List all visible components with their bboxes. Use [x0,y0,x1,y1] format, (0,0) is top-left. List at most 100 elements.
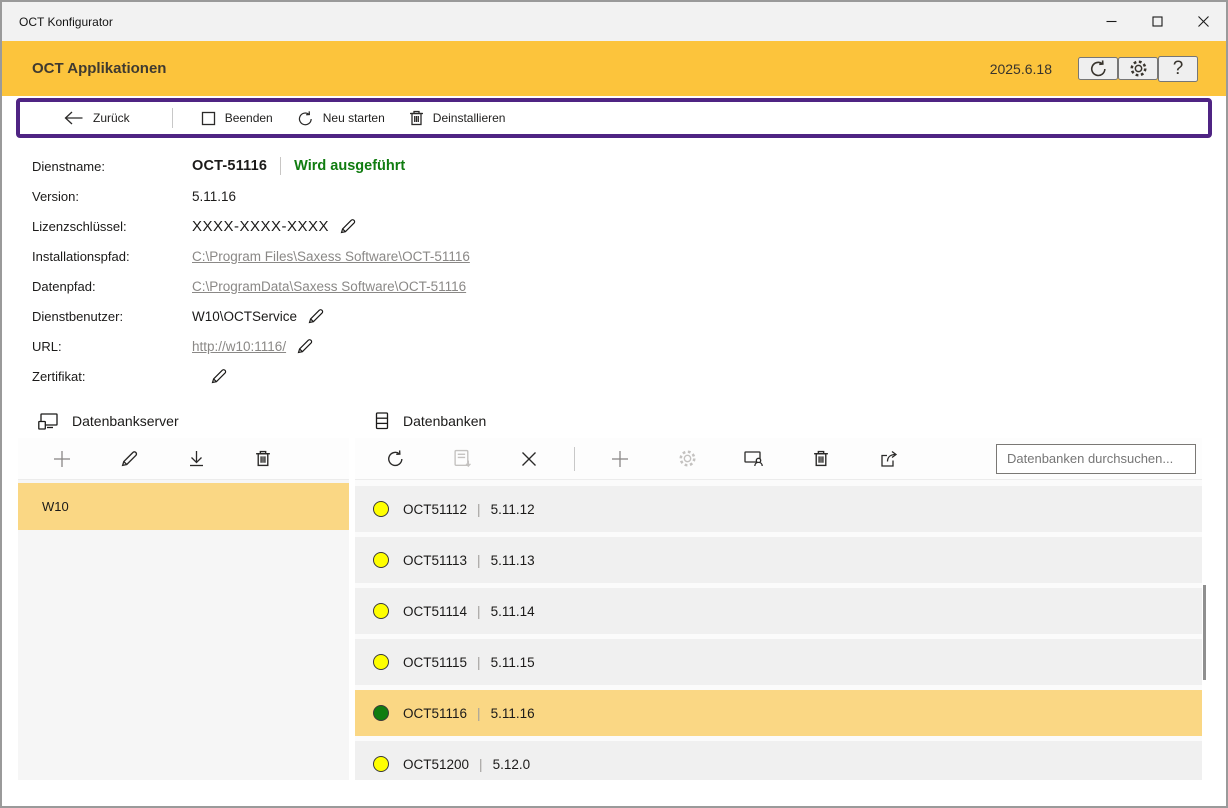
user-access-button[interactable] [742,447,766,471]
maximize-button[interactable] [1134,2,1180,41]
refresh-button[interactable] [1078,57,1118,80]
license-key-value: XXXX-XXXX-XXXX [192,218,329,235]
database-version: 5.12.0 [493,757,531,772]
detail-row-version: Version: 5.11.16 [32,181,1226,211]
maximize-icon [1152,16,1163,27]
help-button[interactable]: ? [1158,56,1198,82]
add-database-button[interactable] [608,447,632,471]
database-row[interactable]: OCT51113|5.11.13 [355,537,1202,583]
name-version-divider: | [477,706,481,721]
database-row[interactable]: OCT51116|5.11.16 [355,690,1202,736]
database-icon [375,412,389,430]
datenpfad-label: Datenpfad: [32,279,192,294]
delete-server-button[interactable] [251,447,275,471]
database-version: 5.11.12 [491,502,535,517]
gear-icon [678,449,697,468]
add-server-button[interactable] [50,447,74,471]
server-toolbar [18,438,349,480]
database-row[interactable]: OCT51112|5.11.12 [355,486,1202,532]
share-button[interactable] [876,447,900,471]
database-row[interactable]: OCT51114|5.11.14 [355,588,1202,634]
edit-certificate-button[interactable] [210,367,228,385]
status-dot-icon [373,603,389,619]
monitor-user-icon [744,450,764,467]
app-header: OCT Applikationen 2025.6.18 ? [2,41,1226,96]
cancel-button[interactable] [517,447,541,471]
header-date: 2025.6.18 [990,61,1052,77]
share-icon [879,450,898,468]
edit-license-button[interactable] [339,217,357,235]
database-settings-button[interactable] [675,447,699,471]
database-panel: Datenbanken [355,404,1202,780]
detail-row-url: URL: http://w10:1116/ [32,331,1226,361]
trash-icon [255,450,271,467]
status-dot-icon [373,756,389,772]
server-panel-title: Datenbankserver [72,413,179,429]
pencil-icon [296,337,314,355]
devices-icon [38,413,58,430]
stop-service-button[interactable]: Beenden [201,111,273,126]
database-panel-title: Datenbanken [403,413,486,429]
back-button[interactable]: Zurück [64,111,130,125]
stop-icon [201,111,216,126]
scrollbar-thumb[interactable] [1203,585,1206,680]
app-window: OCT Konfigurator OCT Applikationen 2025.… [0,0,1228,808]
database-name: OCT51200 [403,757,469,772]
delete-database-button[interactable] [809,447,833,471]
database-version: 5.11.16 [491,706,535,721]
status-dot-icon [373,552,389,568]
database-row[interactable]: OCT51200|5.12.0 [355,741,1202,780]
search-input[interactable] [996,444,1196,474]
status-dot-icon [373,705,389,721]
edit-url-button[interactable] [296,337,314,355]
edit-server-button[interactable] [117,447,141,471]
refresh-icon [386,449,405,468]
server-panel-header: Datenbankserver [18,404,349,438]
pencil-icon [210,367,228,385]
name-version-divider: | [477,604,481,619]
detail-row-dienstbenutzer: Dienstbenutzer: W10\OCTService [32,301,1226,331]
database-version: 5.11.13 [491,553,535,568]
edit-user-button[interactable] [307,307,325,325]
close-button[interactable] [1180,2,1226,41]
detail-row-zertifikat: Zertifikat: [32,361,1226,391]
detail-row-dienstname: Dienstname: OCT-51116 Wird ausgeführt [32,151,1226,181]
minimize-button[interactable] [1088,2,1134,41]
restart-service-button[interactable]: Neu starten [297,110,385,127]
service-url-link[interactable]: http://w10:1116/ [192,339,286,354]
dienstname-label: Dienstname: [32,159,192,174]
data-path-link[interactable]: C:\ProgramData\Saxess Software\OCT-51116 [192,279,466,294]
refresh-databases-button[interactable] [383,447,407,471]
uninstall-label: Deinstallieren [433,111,506,125]
toolbar-separator [172,108,173,128]
pencil-icon [339,217,357,235]
restart-label: Neu starten [323,111,385,125]
command-bar: Zurück Beenden Neu starten Deinstalliere… [16,98,1212,138]
url-label: URL: [32,339,192,354]
restart-icon [297,110,314,127]
name-version-divider: | [477,553,481,568]
plus-icon [53,450,71,468]
import-server-button[interactable] [184,447,208,471]
settings-button[interactable] [1118,57,1158,80]
install-path-link[interactable]: C:\Program Files\Saxess Software\OCT-511… [192,249,470,264]
title-bar: OCT Konfigurator [2,2,1226,41]
stop-label: Beenden [225,111,273,125]
database-version: 5.11.14 [491,604,535,619]
database-panel-header: Datenbanken [355,404,1202,438]
detail-row-lizenz: Lizenzschlüssel: XXXX-XXXX-XXXX [32,211,1226,241]
server-list: W10 [18,480,349,780]
database-row[interactable]: OCT51115|5.11.15 [355,639,1202,685]
version-label: Version: [32,189,192,204]
server-row[interactable]: W10 [18,483,349,530]
database-list: OCT51112|5.11.12OCT51113|5.11.13OCT51114… [355,480,1202,780]
back-arrow-icon [64,111,84,125]
zertifikat-label: Zertifikat: [32,369,192,384]
installpfad-label: Installationspfad: [32,249,192,264]
name-version-divider: | [477,655,481,670]
database-name: OCT51115 [403,655,467,670]
uninstall-button[interactable]: Deinstallieren [409,110,506,126]
pencil-icon [307,307,325,325]
database-toolbar [355,438,1202,480]
export-report-button[interactable] [450,447,474,471]
